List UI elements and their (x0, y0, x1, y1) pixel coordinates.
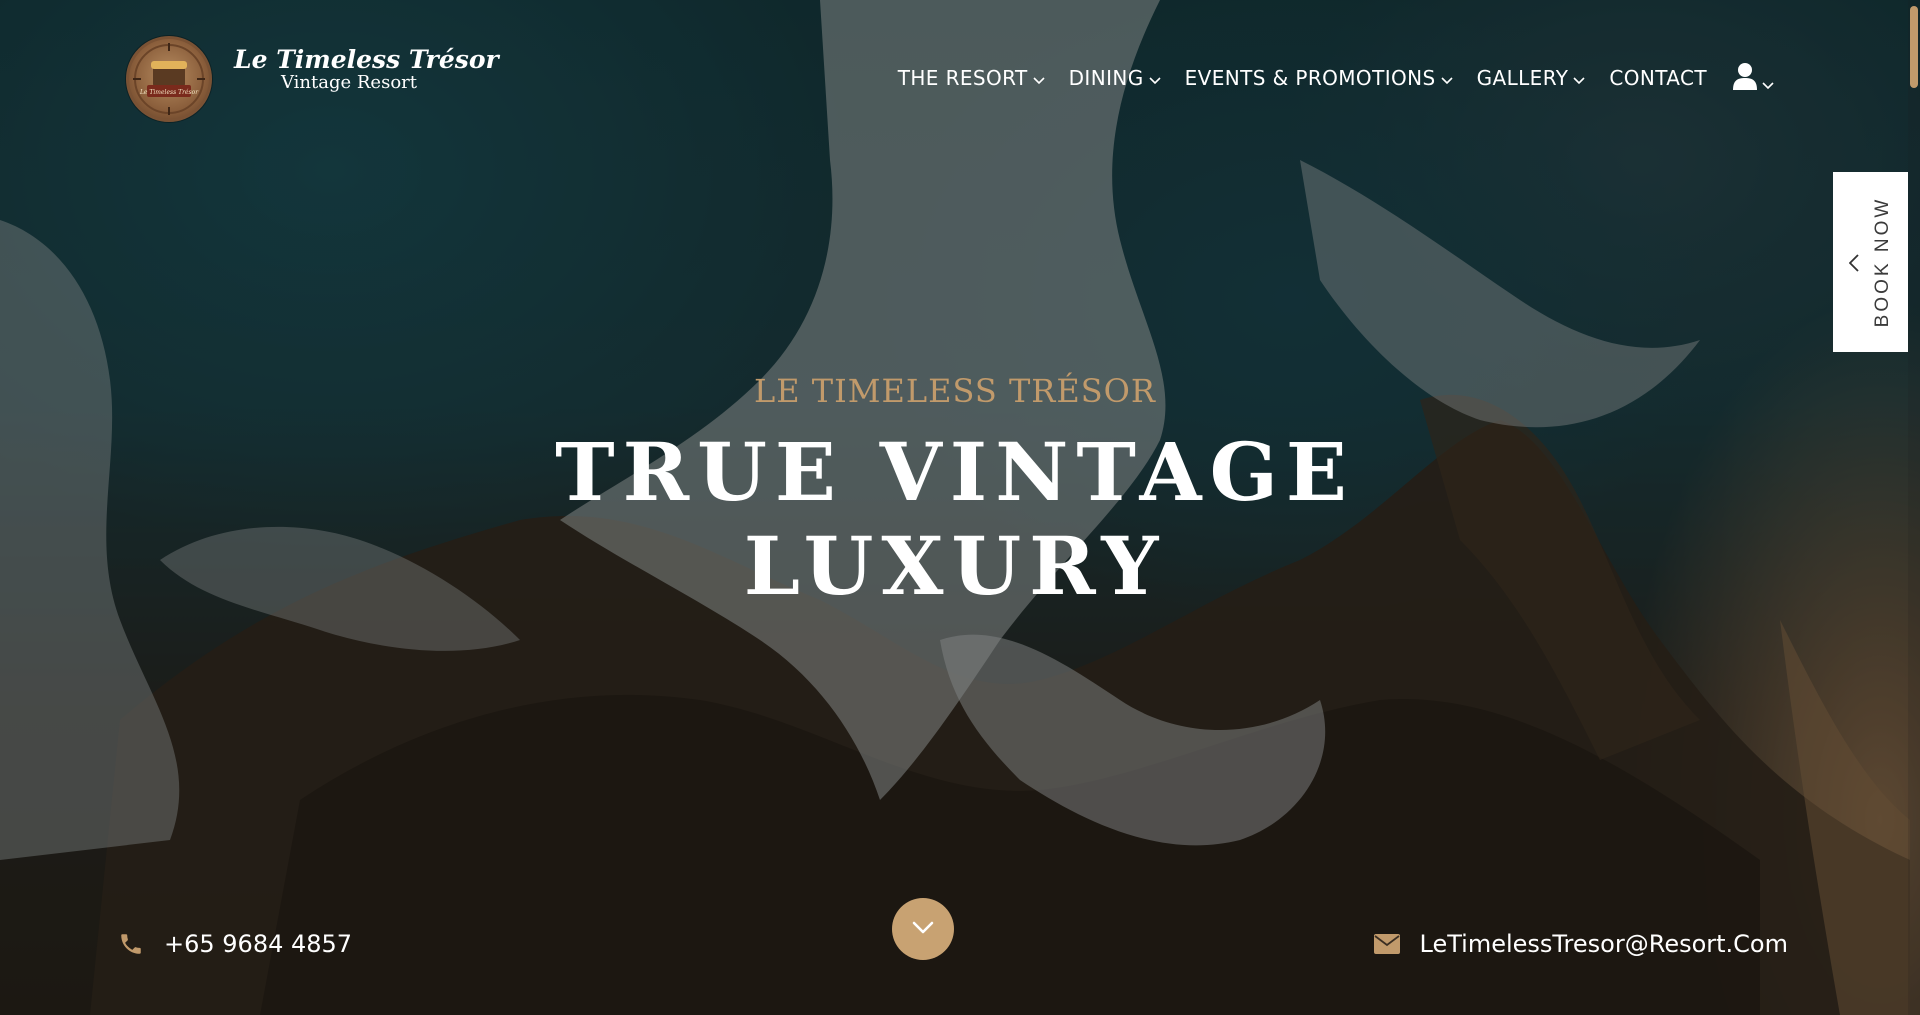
book-now-button[interactable]: BOOK NOW (1833, 172, 1908, 352)
page: Le Timeless Trésor Le Timeless Trésor Vi… (0, 0, 1920, 1015)
nav-item-label: GALLERY (1476, 66, 1569, 90)
contact-email[interactable]: LeTimelessTresor@Resort.Com (1373, 930, 1788, 958)
resort-logo[interactable]: Le Timeless Trésor (126, 36, 212, 122)
chevron-left-icon (1848, 254, 1859, 276)
main-nav: THE RESORT DINING EVENTS & PROMOTIONS GA… (898, 62, 1774, 94)
brand[interactable]: Le Timeless Trésor Vintage Resort (234, 45, 499, 92)
chevron-down-icon (1149, 66, 1161, 90)
hero-title-line-2: LUXURY (743, 519, 1167, 613)
chevron-down-icon (1573, 66, 1585, 90)
hero-title-line-1: TRUE VINTAGE (555, 425, 1355, 519)
nav-item-events-promotions[interactable]: EVENTS & PROMOTIONS (1185, 66, 1453, 90)
account-menu[interactable] (1733, 62, 1774, 94)
nav-item-contact[interactable]: CONTACT (1609, 66, 1707, 90)
phone-number: +65 9684 4857 (164, 930, 353, 958)
scroll-down-button[interactable] (892, 898, 954, 960)
nav-item-dining[interactable]: DINING (1069, 66, 1161, 90)
book-now-label: BOOK NOW (1872, 196, 1893, 328)
chevron-down-icon (1762, 75, 1774, 94)
hero-kicker: LE TIMELESS TRÉSOR (754, 372, 1156, 410)
envelope-icon (1373, 934, 1400, 954)
user-icon (1733, 62, 1757, 94)
svg-text:Le Timeless Trésor: Le Timeless Trésor (139, 89, 199, 96)
nav-item-label: EVENTS & PROMOTIONS (1184, 66, 1436, 90)
chevron-down-icon (1441, 66, 1453, 90)
brand-name: Le Timeless Trésor (234, 45, 499, 74)
phone-icon (118, 931, 144, 957)
brand-subtitle: Vintage Resort (280, 72, 417, 93)
nav-item-the-resort[interactable]: THE RESORT (898, 66, 1045, 90)
nav-item-label: DINING (1068, 66, 1144, 90)
nav-item-label: CONTACT (1609, 66, 1707, 90)
scrollbar-thumb[interactable] (1910, 6, 1918, 88)
chevron-down-icon (912, 920, 934, 939)
chevron-down-icon (1033, 66, 1045, 90)
contact-phone[interactable]: +65 9684 4857 (118, 930, 352, 958)
hero-title: TRUE VINTAGE LUXURY (0, 425, 1910, 613)
email-address: LeTimelessTresor@Resort.Com (1419, 930, 1788, 958)
nav-item-gallery[interactable]: GALLERY (1477, 66, 1586, 90)
nav-item-label: THE RESORT (897, 66, 1028, 90)
